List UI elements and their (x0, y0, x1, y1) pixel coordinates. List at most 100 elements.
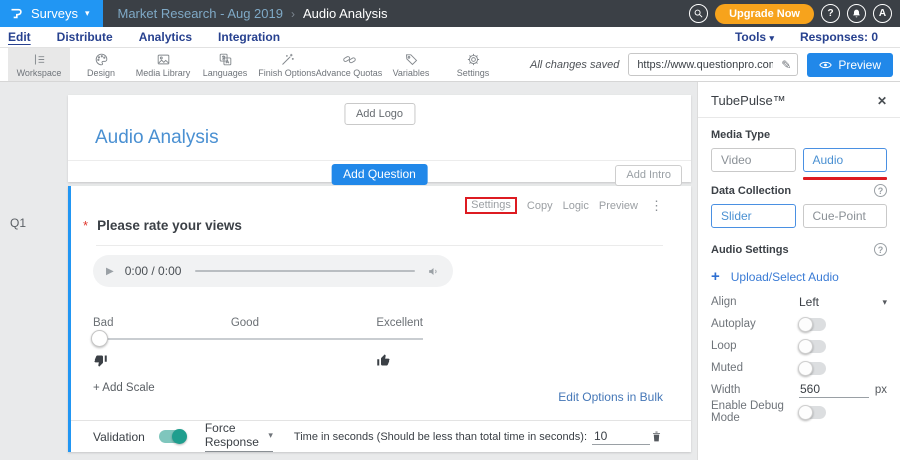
tool-label: Design (87, 68, 115, 78)
data-collection-cuepoint-button[interactable]: Cue-Point (803, 204, 888, 228)
width-row: Width px (711, 379, 887, 401)
tool-label: Settings (457, 68, 490, 78)
add-question-button[interactable]: Add Question (331, 164, 428, 185)
avatar[interactable]: A (873, 4, 892, 23)
muted-row: Muted (711, 357, 887, 379)
add-scale-link[interactable]: + Add Scale (93, 382, 155, 394)
slider-handle[interactable] (91, 330, 108, 347)
time-in-seconds-input[interactable] (592, 429, 650, 445)
tool-label: Workspace (17, 68, 62, 78)
more-options-icon[interactable]: ⋮ (650, 198, 663, 214)
scale-label-good: Good (231, 317, 259, 329)
chevron-down-icon[interactable]: ▾ (882, 297, 887, 308)
player-progress-track[interactable] (195, 270, 415, 272)
tubepulse-panel: TubePulse™ ✕ Media Type Video Audio Data… (697, 82, 900, 460)
media-type-options: Video Audio (711, 148, 887, 172)
loop-label: Loop (711, 340, 799, 352)
align-value[interactable]: Left (799, 295, 819, 309)
help-icon[interactable]: ? (874, 184, 887, 197)
tool-workspace[interactable]: Workspace (8, 48, 70, 81)
thumbs-row (93, 353, 391, 368)
data-collection-section: Data Collection ? (711, 184, 887, 197)
menu-item-integration[interactable]: Integration (218, 30, 280, 44)
app-window: Surveys ▾ Market Research - Aug 2019 › A… (0, 0, 900, 460)
tool-languages[interactable]: Languages (194, 48, 256, 81)
delete-question-button[interactable] (650, 429, 663, 444)
add-logo-button[interactable]: Add Logo (344, 103, 415, 125)
toggle-knob (798, 317, 813, 332)
question-action-logic[interactable]: Logic (563, 200, 589, 212)
breadcrumb-parent[interactable]: Market Research - Aug 2019 (118, 6, 283, 21)
audio-player: ▶ 0:00 / 0:00 (93, 255, 453, 287)
tool-design[interactable]: Design (70, 48, 132, 81)
design-icon (94, 52, 109, 67)
data-collection-slider-button[interactable]: Slider (711, 204, 796, 228)
preview-button[interactable]: Preview (807, 53, 893, 77)
save-status: All changes saved (530, 59, 619, 71)
notifications-button[interactable] (847, 4, 866, 23)
tool-finish-options[interactable]: Finish Options (256, 48, 318, 81)
search-button[interactable] (689, 4, 708, 23)
time-in-seconds-label: Time in seconds (Should be less than tot… (294, 431, 587, 443)
play-icon[interactable]: ▶ (106, 266, 114, 277)
edit-options-in-bulk-link[interactable]: Edit Options in Bulk (558, 390, 663, 404)
upload-select-audio-link[interactable]: + Upload/Select Audio (711, 269, 887, 284)
loop-toggle[interactable] (799, 340, 826, 353)
tool-variables[interactable]: Variables (380, 48, 442, 81)
survey-title[interactable]: Audio Analysis (95, 127, 219, 149)
help-button[interactable]: ? (821, 4, 840, 23)
tool-advance-quotas[interactable]: Advance Quotas (318, 48, 380, 81)
menu-item-distribute[interactable]: Distribute (57, 30, 113, 44)
media-type-label: Media Type (711, 129, 770, 141)
upgrade-now-button[interactable]: Upgrade Now (715, 4, 814, 24)
validation-type-dropdown[interactable]: Force Response ▾ (205, 421, 273, 452)
menu-item-analytics[interactable]: Analytics (139, 30, 192, 44)
tool-label: Variables (393, 68, 430, 78)
tool-label: Finish Options (258, 68, 316, 78)
tools-label: Tools (735, 30, 766, 44)
tool-label: Advance Quotas (316, 68, 383, 78)
volume-icon[interactable] (427, 265, 440, 278)
question-action-settings[interactable]: Settings (465, 197, 517, 214)
scale-label-excellent: Excellent (376, 317, 423, 329)
question-card: Settings Copy Logic Preview ⋮ * Please r… (68, 186, 691, 452)
tools-menu[interactable]: Tools ▾ (735, 30, 774, 44)
autoplay-row: Autoplay (711, 313, 887, 335)
autoplay-label: Autoplay (711, 318, 799, 330)
toggle-knob (172, 429, 187, 444)
add-intro-button[interactable]: Add Intro (615, 165, 682, 186)
surveys-menu[interactable]: Surveys ▾ (0, 0, 103, 27)
validation-toggle[interactable] (159, 430, 186, 443)
toolbar-right: All changes saved ✎ Preview (530, 48, 900, 81)
muted-toggle[interactable] (799, 362, 826, 375)
help-icon[interactable]: ? (874, 243, 887, 256)
media-type-audio-button[interactable]: Audio (803, 148, 888, 172)
slider-track[interactable] (93, 338, 423, 340)
data-collection-label: Data Collection (711, 185, 791, 197)
menu-item-edit[interactable]: Edit (8, 30, 31, 44)
tool-media-library[interactable]: Media Library (132, 48, 194, 81)
survey-url-input[interactable] (629, 59, 775, 71)
width-input[interactable] (799, 382, 869, 398)
debug-row: Enable Debug Mode (711, 401, 887, 423)
media-type-video-button[interactable]: Video (711, 148, 796, 172)
autoplay-toggle[interactable] (799, 318, 826, 331)
align-row: Align Left ▾ (711, 291, 887, 313)
bell-icon (851, 8, 862, 19)
tool-settings[interactable]: Settings (442, 48, 504, 81)
surveys-menu-label: Surveys (31, 6, 78, 21)
close-icon[interactable]: ✕ (877, 94, 887, 108)
toggle-knob (798, 339, 813, 354)
question-text[interactable]: Please rate your views (97, 218, 242, 233)
variables-icon (404, 52, 419, 67)
width-unit: px (875, 384, 887, 396)
data-collection-options: Slider Cue-Point (711, 204, 887, 228)
question-action-preview[interactable]: Preview (599, 200, 638, 212)
debug-toggle[interactable] (799, 406, 826, 419)
edit-url-pencil-icon[interactable]: ✎ (775, 58, 797, 72)
question-action-copy[interactable]: Copy (527, 200, 553, 212)
responses-count[interactable]: Responses: 0 (800, 30, 878, 44)
trash-icon (650, 429, 663, 444)
menubar-right: Tools ▾ Responses: 0 (735, 30, 900, 44)
chevron-down-icon: ▾ (268, 431, 273, 440)
